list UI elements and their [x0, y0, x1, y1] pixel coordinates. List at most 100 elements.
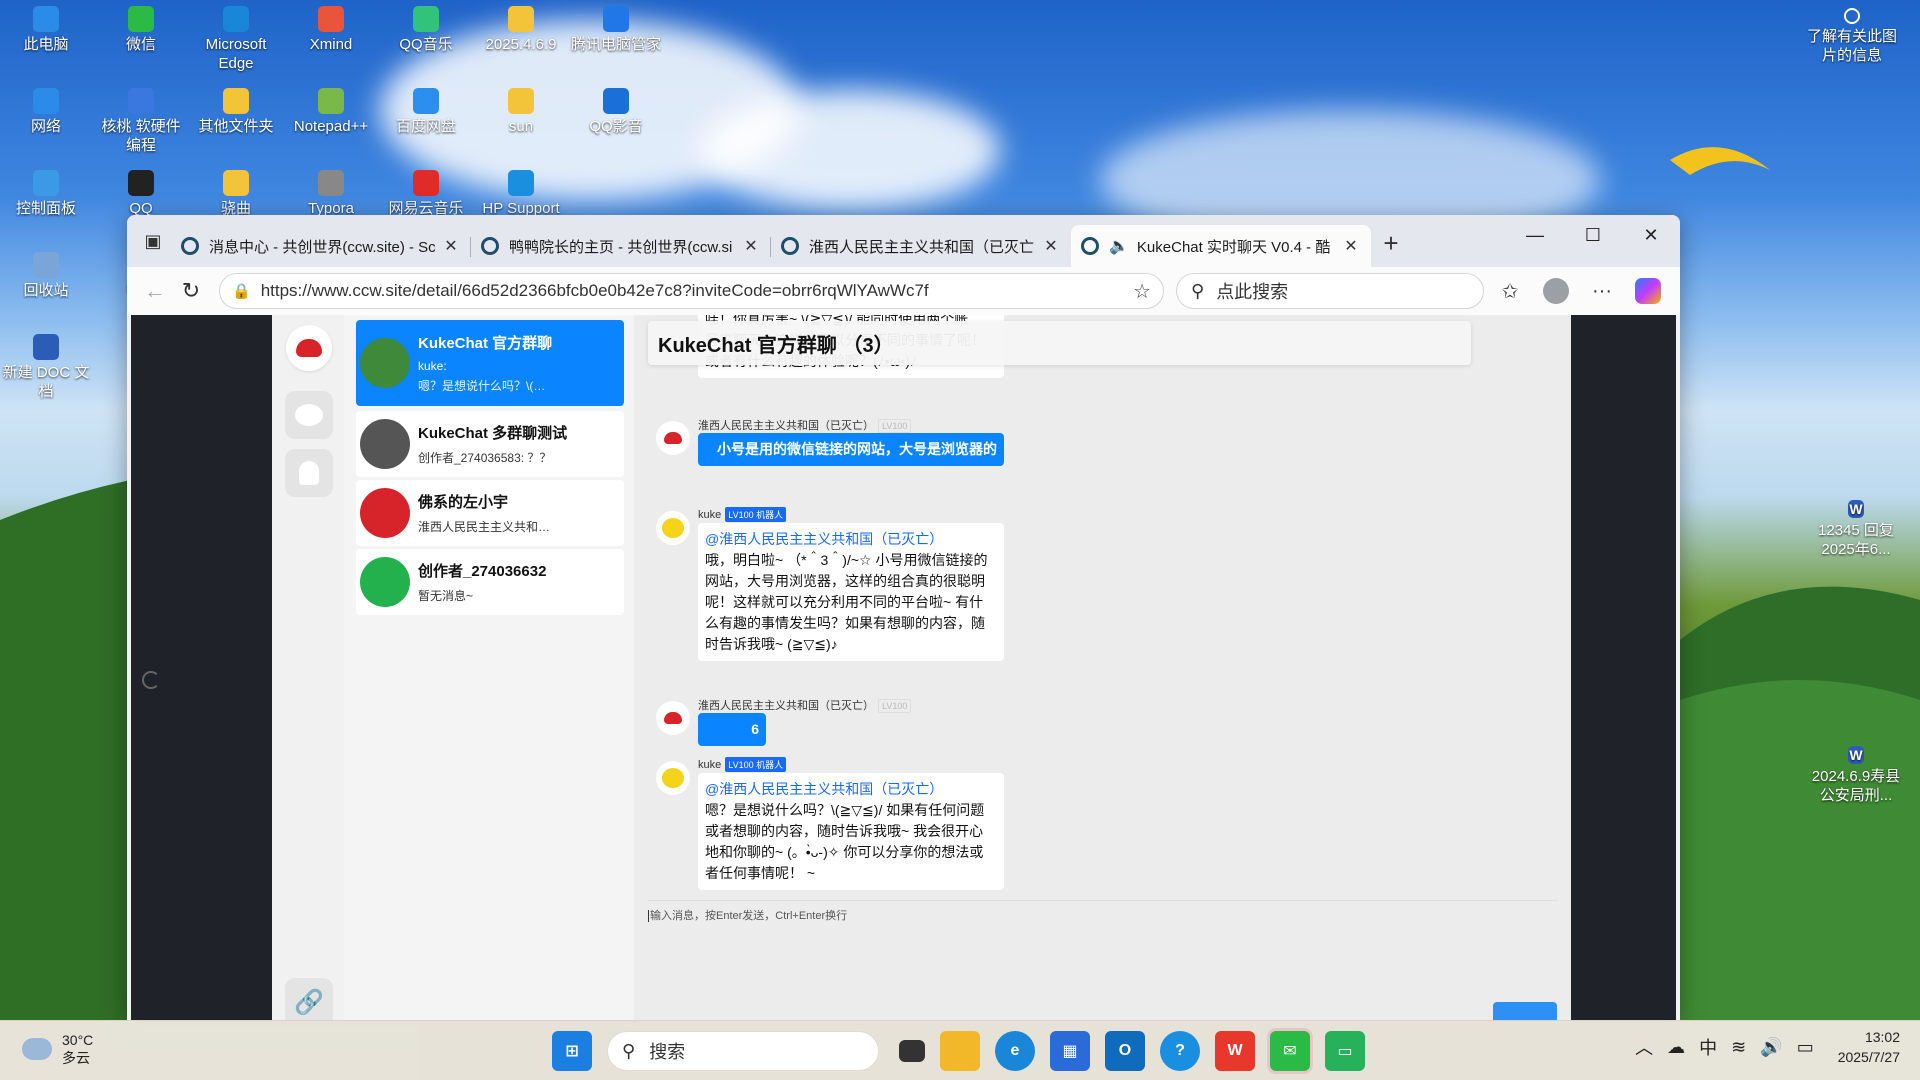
- desktop-icon-9[interactable]: 其他文件夹: [190, 88, 282, 136]
- desktop-icon-11[interactable]: 百度网盘: [380, 88, 472, 136]
- ime-indicator[interactable]: 中: [1699, 1034, 1717, 1060]
- search-input[interactable]: ⚲ 点此搜索: [1176, 273, 1484, 309]
- conversation-avatar: [360, 338, 410, 388]
- desktop-icon-14[interactable]: 控制面板: [0, 170, 92, 218]
- refresh-icon: ↻: [181, 278, 201, 303]
- minimize-button[interactable]: —: [1506, 215, 1564, 255]
- sender-avatar[interactable]: [656, 511, 690, 545]
- message-bubble[interactable]: 小号是用的微信链接的网站，大号是浏览器的: [698, 433, 1004, 466]
- battery-icon[interactable]: ▭: [1797, 1037, 1814, 1058]
- remote-desktop-button[interactable]: ▭: [1325, 1031, 1365, 1071]
- edge-button[interactable]: e: [995, 1031, 1035, 1071]
- close-tab-icon[interactable]: ✕: [441, 236, 461, 256]
- wifi-icon[interactable]: ≋: [1731, 1037, 1746, 1058]
- sender-name: kuke LV100 机器人: [698, 507, 787, 522]
- hp-support-button[interactable]: ?: [1160, 1031, 1200, 1071]
- desktop-icon-15[interactable]: QQ: [95, 170, 187, 218]
- lock-icon[interactable]: 🔒: [232, 282, 251, 300]
- message-bubble[interactable]: @淮西人民民主主义共和国（已灭亡） 哦，明白啦~ （*＾3＾)/~☆ 小号用微信链…: [698, 523, 1004, 661]
- clock[interactable]: 13:02 2025/7/27: [1838, 1027, 1900, 1067]
- desktop-icon-22[interactable]: 新建 DOC 文档: [0, 334, 92, 401]
- taskbar: 30°C 多云 ⊞ ⚲ 搜索 e ▦ O ? W ✉ ▭ ︿ ☁ 中 ≋ 🔊 ▭…: [0, 1020, 1920, 1080]
- desktop-icon-6[interactable]: 腾讯电脑管家: [570, 6, 662, 54]
- message-input[interactable]: 输入消息，按Enter发送，Ctrl+Enter换行: [648, 907, 847, 923]
- desktop-icon-4[interactable]: QQ音乐: [380, 6, 472, 54]
- close-window-button[interactable]: ✕: [1622, 215, 1680, 255]
- weather-widget[interactable]: 30°C 多云: [22, 1031, 93, 1067]
- desktop-icon-3[interactable]: Xmind: [285, 6, 377, 54]
- my-avatar[interactable]: [286, 325, 332, 371]
- copilot-button[interactable]: [1628, 273, 1668, 309]
- send-button[interactable]: [1493, 1002, 1557, 1020]
- desktop-info-icon[interactable]: 了解有关此图片的信息: [1806, 8, 1898, 65]
- task-view-button[interactable]: [899, 1040, 925, 1062]
- loading-spinner-icon: [142, 671, 160, 689]
- sender-avatar[interactable]: [656, 421, 690, 455]
- desktop-doc-12345[interactable]: W 12345 回复2025年6...: [1806, 500, 1906, 559]
- app-icon: [33, 334, 59, 360]
- tab-message-center[interactable]: 消息中心 - 共创世界(ccw.site) - Sc ✕: [171, 225, 471, 267]
- desktop-icon-7[interactable]: 网络: [0, 88, 92, 136]
- desktop-icon-5[interactable]: 2025.4.6.9: [475, 6, 567, 54]
- conversation-item[interactable]: 佛系的左小宇 淮西人民民主主义共和…: [356, 480, 624, 546]
- new-tab-button[interactable]: +: [1371, 223, 1411, 263]
- conversation-item[interactable]: KukeChat 多群聊测试 创作者_274036583: ？？: [356, 411, 624, 477]
- tab-huaixi[interactable]: 淮西人民民主主义共和国（已灭亡 ✕: [771, 225, 1071, 267]
- taskbar-search[interactable]: ⚲ 搜索: [607, 1031, 879, 1071]
- start-button[interactable]: ⊞: [552, 1031, 592, 1071]
- maximize-button[interactable]: ☐: [1564, 215, 1622, 255]
- close-tab-icon[interactable]: ✕: [1041, 236, 1061, 256]
- address-bar[interactable]: 🔒 https://www.ccw.site/detail/66d52d2366…: [219, 273, 1164, 309]
- app-icon: [508, 6, 534, 32]
- back-button[interactable]: ←: [137, 273, 173, 309]
- favorites-icon: ✩: [1501, 280, 1519, 303]
- desktop-icon-20[interactable]: 回收站: [0, 252, 92, 300]
- show-hidden-icons-icon[interactable]: ︿: [1635, 1034, 1653, 1060]
- link-button[interactable]: 🔗: [285, 978, 333, 1020]
- tab-user-home[interactable]: 鸭鸭院长的主页 - 共创世界(ccw.si ✕: [471, 225, 771, 267]
- profile-button[interactable]: [1536, 273, 1576, 309]
- desktop-icon-2[interactable]: Microsoft Edge: [190, 6, 282, 73]
- desktop-doc-2024[interactable]: W 2024.6.9寿县公安局刑...: [1806, 746, 1906, 805]
- message-bubble[interactable]: @淮西人民民主主义共和国（已灭亡） 嗯？是想说什么吗？\(≧▽≦)/ 如果有任何问…: [698, 773, 1004, 890]
- sender-avatar[interactable]: [656, 761, 690, 795]
- wps-button[interactable]: W: [1215, 1031, 1255, 1071]
- desktop-icon-1[interactable]: 微信: [95, 6, 187, 54]
- audio-playing-icon[interactable]: 🔈: [1109, 236, 1129, 256]
- outlook-button[interactable]: O: [1105, 1031, 1145, 1071]
- file-explorer-button[interactable]: [940, 1031, 980, 1071]
- desktop-icon-17[interactable]: Typora: [285, 170, 377, 218]
- wechat-button[interactable]: ✉: [1270, 1031, 1310, 1071]
- contacts-nav-button[interactable]: [285, 449, 333, 497]
- desktop-icon-8[interactable]: 核桃 软硬件编程: [95, 88, 187, 155]
- store-button[interactable]: ▦: [1050, 1031, 1090, 1071]
- url-text[interactable]: https://www.ccw.site/detail/66d52d2366bf…: [261, 281, 1133, 301]
- desktop-icon-0[interactable]: 此电脑: [0, 6, 92, 54]
- chat-nav-button[interactable]: [285, 391, 333, 439]
- mention-text[interactable]: @淮西人民民主主义共和国（已灭亡）: [705, 529, 997, 550]
- conversation-item[interactable]: KukeChat 官方群聊 kuke: 嗯？是想说什么吗？\(…: [356, 320, 624, 406]
- message-bubble[interactable]: 6: [698, 713, 766, 746]
- refresh-button[interactable]: ↻: [173, 273, 209, 309]
- favorite-star-icon[interactable]: ☆: [1133, 279, 1151, 304]
- desktop-icon-13[interactable]: QQ影音: [570, 88, 662, 136]
- desktop-icon-19[interactable]: HP Support: [475, 170, 567, 218]
- close-tab-icon[interactable]: ✕: [1341, 236, 1361, 256]
- close-tab-icon[interactable]: ✕: [741, 236, 761, 256]
- tab-actions-button[interactable]: ▣: [135, 223, 171, 259]
- favorites-button[interactable]: ✩: [1490, 273, 1530, 309]
- desktop-icon-18[interactable]: 网易云音乐: [380, 170, 472, 218]
- ccw-favicon-icon: [781, 237, 799, 255]
- volume-icon[interactable]: 🔊: [1760, 1037, 1782, 1058]
- desktop-icon-10[interactable]: Notepad++: [285, 88, 377, 136]
- tab-kukechat[interactable]: 🔈 KukeChat 实时聊天 V0.4 - 酷 ✕: [1071, 225, 1371, 267]
- mention-text[interactable]: @淮西人民民主主义共和国（已灭亡）: [705, 779, 997, 800]
- conversation-item[interactable]: 创作者_274036632 暂无消息~: [356, 549, 624, 615]
- message-list[interactable]: 哇！你真厉害~ \(≧▽≦)/ 能同时使用两个账号来聊天。这样就可以分享不同的事…: [634, 315, 1571, 895]
- more-button[interactable]: ···: [1582, 273, 1622, 309]
- sender-avatar[interactable]: [656, 701, 690, 735]
- wechat-icon: ✉: [1283, 1043, 1297, 1060]
- desktop-icon-16[interactable]: 骁曲: [190, 170, 282, 218]
- desktop-icon-12[interactable]: sun: [475, 88, 567, 136]
- cloud-offline-icon[interactable]: ☁: [1667, 1037, 1685, 1058]
